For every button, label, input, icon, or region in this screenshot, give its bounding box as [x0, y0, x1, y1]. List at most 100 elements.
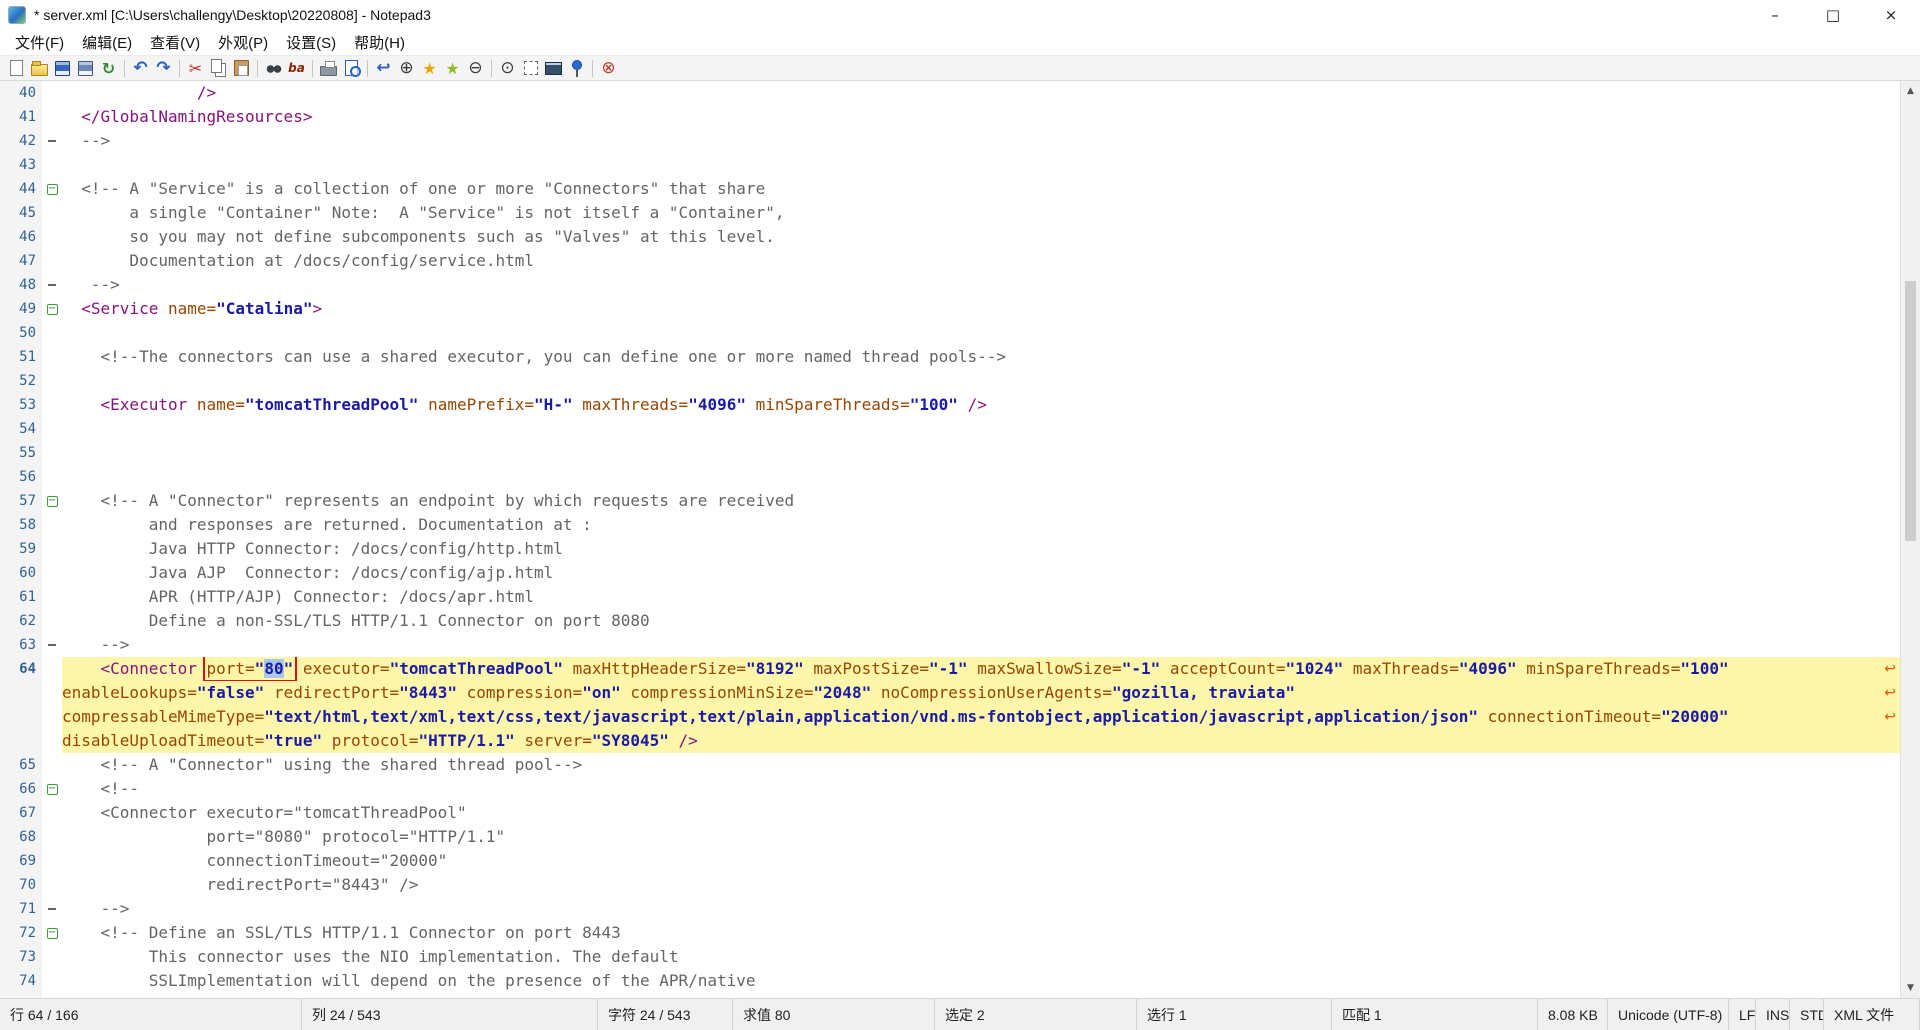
- line-number[interactable]: [0, 729, 42, 753]
- code-text[interactable]: [62, 321, 1900, 345]
- code-text[interactable]: [62, 465, 1900, 489]
- line-number[interactable]: 41: [0, 105, 42, 129]
- line-number[interactable]: 55: [0, 441, 42, 465]
- status-eval[interactable]: 求值 80: [733, 999, 935, 1030]
- scroll-up-icon[interactable]: ▲: [1901, 81, 1920, 101]
- line-number[interactable]: 51: [0, 345, 42, 369]
- code-text[interactable]: library and the useOpenSSL attribute of …: [62, 993, 1900, 998]
- code-text[interactable]: <Connector port="80" executor="tomcatThr…: [62, 657, 1900, 681]
- line-number[interactable]: 59: [0, 537, 42, 561]
- line-number[interactable]: 68: [0, 825, 42, 849]
- close-button[interactable]: ×: [1862, 0, 1920, 29]
- find-icon[interactable]: [262, 57, 285, 79]
- open-folder-icon[interactable]: [28, 57, 51, 79]
- menu-item-edit[interactable]: 编辑(E): [73, 29, 141, 56]
- code-text[interactable]: compressableMimeType="text/html,text/xml…: [62, 705, 1900, 729]
- status-character[interactable]: 字符 24 / 543: [598, 999, 733, 1030]
- print-preview-icon[interactable]: [340, 57, 363, 79]
- copy-icon[interactable]: [207, 57, 230, 79]
- line-number[interactable]: 64: [0, 657, 42, 681]
- status-selected-lines[interactable]: 选行 1: [1137, 999, 1332, 1030]
- code-text[interactable]: [62, 417, 1900, 441]
- select-block-icon[interactable]: [519, 57, 542, 79]
- save-as-icon[interactable]: [74, 57, 97, 79]
- line-number[interactable]: 62: [0, 609, 42, 633]
- menu-item-help[interactable]: 帮助(H): [345, 29, 414, 56]
- code-text[interactable]: disableUploadTimeout="true" protocol="HT…: [62, 729, 1900, 753]
- line-number[interactable]: 49: [0, 297, 42, 321]
- menu-item-settings[interactable]: 设置(S): [277, 29, 345, 56]
- line-number[interactable]: 69: [0, 849, 42, 873]
- line-number[interactable]: 75: [0, 993, 42, 998]
- fold-margin[interactable]: [42, 633, 62, 657]
- code-text[interactable]: />: [62, 81, 1900, 105]
- fold-toggle-icon[interactable]: −: [47, 784, 58, 795]
- line-number[interactable]: 70: [0, 873, 42, 897]
- status-column[interactable]: 列 24 / 543: [302, 999, 598, 1030]
- fold-toggle-icon[interactable]: −: [47, 304, 58, 315]
- line-number[interactable]: 58: [0, 513, 42, 537]
- code-text[interactable]: <!-- A "Connector" using the shared thre…: [62, 753, 1900, 777]
- status-line[interactable]: 行 64 / 166: [0, 999, 302, 1030]
- code-text[interactable]: <!-- A "Connector" represents an endpoin…: [62, 489, 1900, 513]
- status-encoding[interactable]: Unicode (UTF-8): [1608, 999, 1729, 1030]
- code-text[interactable]: a single "Container" Note: A "Service" i…: [62, 201, 1900, 225]
- line-number[interactable]: [0, 705, 42, 729]
- status-occurrences[interactable]: 匹配 1: [1332, 999, 1538, 1030]
- menu-item-file[interactable]: 文件(F): [6, 29, 73, 56]
- code-text[interactable]: [62, 153, 1900, 177]
- code-text[interactable]: <!--The connectors can use a shared exec…: [62, 345, 1900, 369]
- menu-item-appearance[interactable]: 外观(P): [209, 29, 277, 56]
- line-number[interactable]: 45: [0, 201, 42, 225]
- code-text[interactable]: enableLookups="false" redirectPort="8443…: [62, 681, 1900, 705]
- status-selection[interactable]: 选定 2: [935, 999, 1137, 1030]
- code-text[interactable]: Define a non-SSL/TLS HTTP/1.1 Connector …: [62, 609, 1900, 633]
- menu-item-view[interactable]: 查看(V): [141, 29, 209, 56]
- code-text[interactable]: Java HTTP Connector: /docs/config/http.h…: [62, 537, 1900, 561]
- code-text[interactable]: </GlobalNamingResources>: [62, 105, 1900, 129]
- code-text[interactable]: Documentation at /docs/config/service.ht…: [62, 249, 1900, 273]
- line-number[interactable]: 46: [0, 225, 42, 249]
- line-number[interactable]: 52: [0, 369, 42, 393]
- code-area[interactable]: 40 />41 </GlobalNamingResources>42 -->43…: [0, 81, 1900, 998]
- print-icon[interactable]: [317, 57, 340, 79]
- word-wrap-icon[interactable]: ↩: [372, 57, 395, 79]
- fold-toggle-icon[interactable]: −: [47, 184, 58, 195]
- line-number[interactable]: 53: [0, 393, 42, 417]
- code-text[interactable]: This connector uses the NIO implementati…: [62, 945, 1900, 969]
- code-text[interactable]: <Connector executor="tomcatThreadPool": [62, 801, 1900, 825]
- cut-icon[interactable]: ✂: [184, 57, 207, 79]
- line-number[interactable]: 47: [0, 249, 42, 273]
- line-number[interactable]: 63: [0, 633, 42, 657]
- scroll-down-icon[interactable]: ▼: [1901, 978, 1920, 998]
- status-eol[interactable]: LF: [1729, 999, 1756, 1030]
- maximize-button[interactable]: □: [1804, 0, 1862, 29]
- code-text[interactable]: port="8080" protocol="HTTP/1.1": [62, 825, 1900, 849]
- code-text[interactable]: Java AJP Connector: /docs/config/ajp.htm…: [62, 561, 1900, 585]
- line-number[interactable]: 48: [0, 273, 42, 297]
- app-icon[interactable]: [8, 6, 26, 24]
- scrollbar-thumb[interactable]: [1905, 281, 1916, 541]
- zoom-in-icon[interactable]: ⊕: [395, 57, 418, 79]
- code-text[interactable]: -->: [62, 633, 1900, 657]
- code-text[interactable]: <!--: [62, 777, 1900, 801]
- minimize-button[interactable]: –: [1746, 0, 1804, 29]
- code-text[interactable]: -->: [62, 129, 1900, 153]
- line-number[interactable]: 57: [0, 489, 42, 513]
- fold-margin[interactable]: −: [42, 777, 62, 801]
- pin-icon[interactable]: [565, 57, 588, 79]
- line-number[interactable]: 56: [0, 465, 42, 489]
- revert-icon[interactable]: ↻: [97, 57, 120, 79]
- line-number[interactable]: 54: [0, 417, 42, 441]
- code-text[interactable]: and responses are returned. Documentatio…: [62, 513, 1900, 537]
- line-number[interactable]: 74: [0, 969, 42, 993]
- fold-toggle-icon[interactable]: −: [47, 496, 58, 507]
- line-number[interactable]: 40: [0, 81, 42, 105]
- fold-margin[interactable]: −: [42, 297, 62, 321]
- code-text[interactable]: -->: [62, 273, 1900, 297]
- undo-icon[interactable]: ↶: [129, 57, 152, 79]
- line-number[interactable]: 65: [0, 753, 42, 777]
- line-number[interactable]: [0, 681, 42, 705]
- line-number[interactable]: 72: [0, 921, 42, 945]
- code-text[interactable]: <!-- A "Service" is a collection of one …: [62, 177, 1900, 201]
